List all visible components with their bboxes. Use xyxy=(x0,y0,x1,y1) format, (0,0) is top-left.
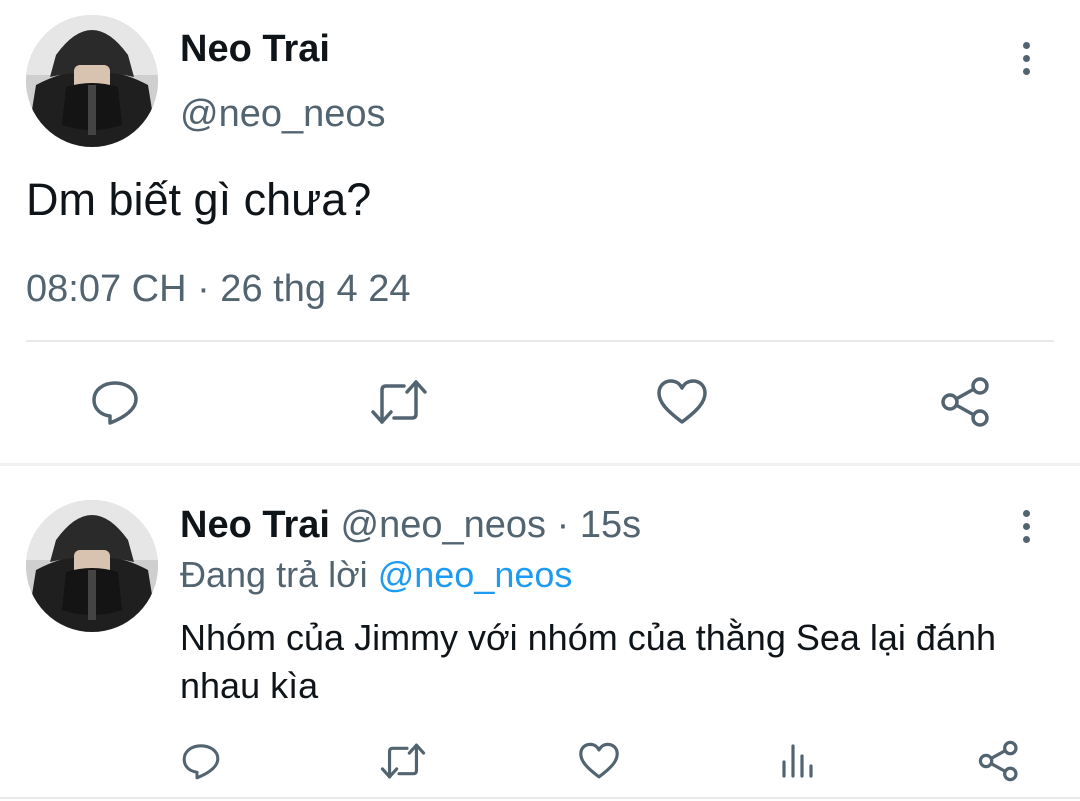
tweet-time[interactable]: 15s xyxy=(580,504,641,546)
avatar[interactable] xyxy=(26,15,158,147)
reply-header: Neo Trai @neo_neos · 15s xyxy=(180,504,641,547)
analytics-icon[interactable] xyxy=(780,742,816,778)
comment-icon[interactable] xyxy=(181,741,221,781)
tweet-text: Nhóm của Jimmy với nhóm của thằng Sea lạ… xyxy=(180,617,997,706)
heart-icon[interactable] xyxy=(578,742,620,780)
comment-icon[interactable] xyxy=(90,377,140,427)
retweet-icon[interactable] xyxy=(380,742,426,780)
share-icon[interactable] xyxy=(940,376,992,428)
author-handle[interactable]: @neo_neos xyxy=(341,504,547,546)
author-handle[interactable]: @neo_neos xyxy=(180,93,386,136)
replying-mention-link[interactable]: @neo_neos xyxy=(378,554,573,595)
divider xyxy=(26,340,1054,342)
tweet-text: Dm biết gì chưa? xyxy=(26,174,372,225)
separator: · xyxy=(556,504,570,546)
heart-icon[interactable] xyxy=(656,378,708,426)
more-options-icon[interactable] xyxy=(1016,510,1036,549)
author-name[interactable]: Neo Trai xyxy=(180,504,330,546)
replying-to: Đang trả lời @neo_neos xyxy=(180,554,572,596)
author-name[interactable]: Neo Trai xyxy=(180,28,330,71)
section-divider xyxy=(0,463,1080,466)
replying-prefix: Đang trả lời xyxy=(180,554,368,595)
bottom-divider xyxy=(0,797,1080,799)
share-icon[interactable] xyxy=(978,740,1020,782)
tweet-timestamp[interactable]: 08:07 CH · 26 thg 4 24 xyxy=(26,268,410,311)
more-options-icon[interactable] xyxy=(1016,42,1036,81)
avatar[interactable] xyxy=(26,500,158,632)
retweet-icon[interactable] xyxy=(370,378,428,426)
